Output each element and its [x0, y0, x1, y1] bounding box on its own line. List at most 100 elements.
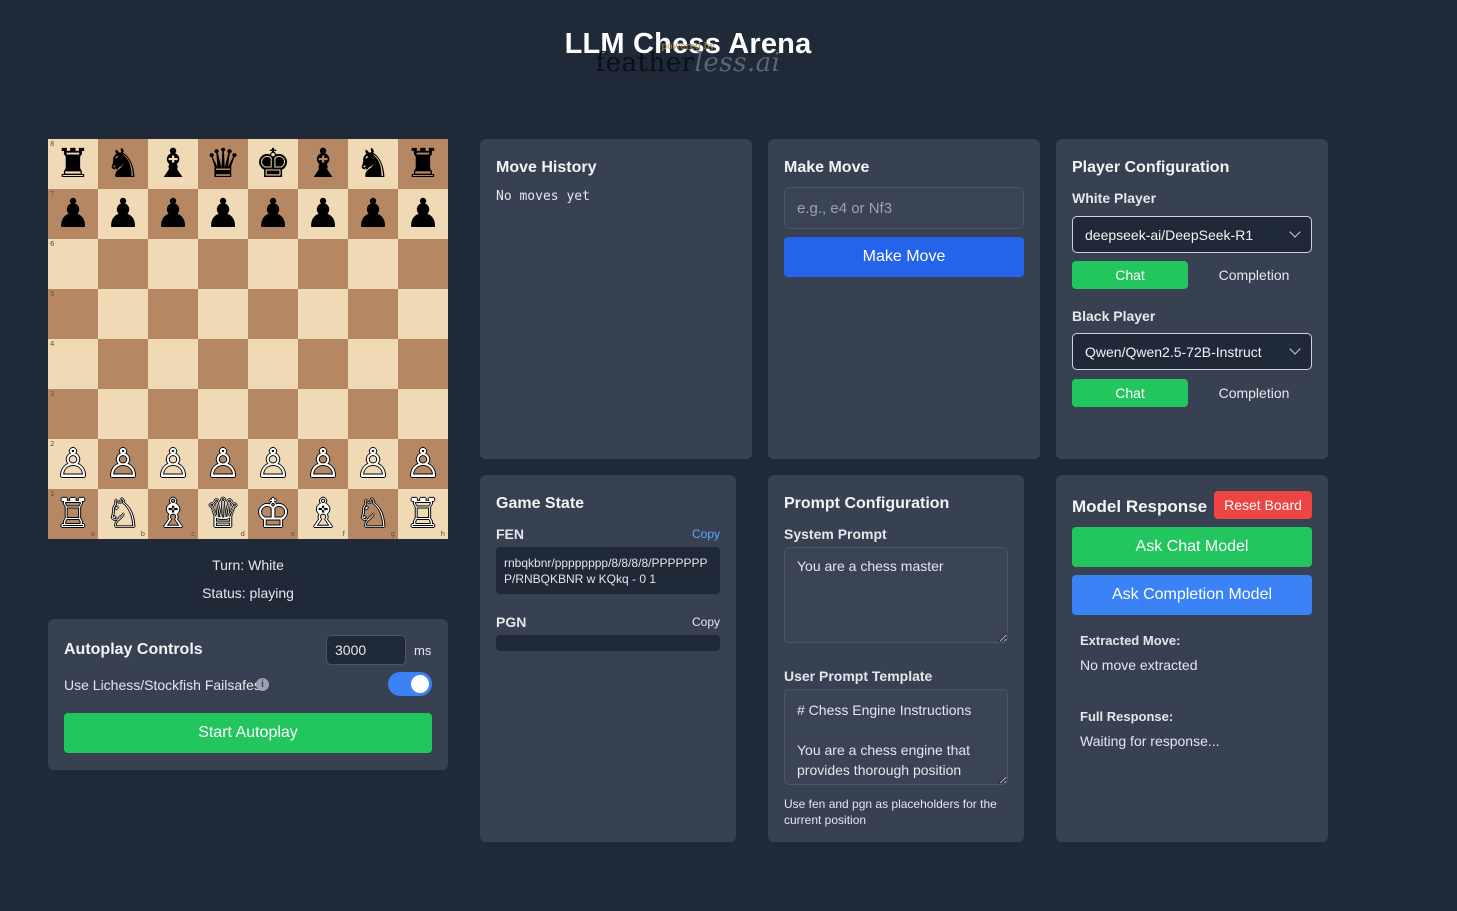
fen-copy-button[interactable]: Copy	[692, 527, 720, 541]
board-square-c5[interactable]	[148, 289, 198, 339]
ask-completion-model-button[interactable]: Ask Completion Model	[1072, 575, 1312, 615]
chess-piece[interactable]: ♞	[105, 144, 141, 184]
board-square-b1[interactable]: ♘ b	[98, 489, 148, 539]
board-square-e7[interactable]: ♟	[248, 189, 298, 239]
board-square-g6[interactable]	[348, 239, 398, 289]
board-square-g1[interactable]: ♘ g	[348, 489, 398, 539]
board-square-a2[interactable]: ♙ 2	[48, 439, 98, 489]
board-square-b8[interactable]: ♞	[98, 139, 148, 189]
chess-piece[interactable]: ♜	[55, 144, 91, 184]
board-square-f3[interactable]	[298, 389, 348, 439]
board-square-g2[interactable]: ♙	[348, 439, 398, 489]
failsafe-toggle[interactable]	[388, 672, 432, 696]
chess-piece[interactable]: ♜	[405, 144, 441, 184]
chess-piece[interactable]: ♛	[205, 144, 241, 184]
white-model-select[interactable]: deepseek-ai/DeepSeek-R1	[1072, 216, 1312, 253]
user-prompt-textarea[interactable]	[784, 689, 1008, 785]
chess-piece[interactable]: ♙	[355, 444, 391, 484]
board-square-d4[interactable]	[198, 339, 248, 389]
black-chat-mode-button[interactable]: Chat	[1072, 379, 1188, 407]
board-square-a6[interactable]: 6	[48, 239, 98, 289]
board-square-b6[interactable]	[98, 239, 148, 289]
board-square-b3[interactable]	[98, 389, 148, 439]
board-square-g3[interactable]	[348, 389, 398, 439]
board-square-h8[interactable]: ♜	[398, 139, 448, 189]
chess-piece[interactable]: ♙	[105, 444, 141, 484]
board-square-b4[interactable]	[98, 339, 148, 389]
white-completion-mode-button[interactable]: Completion	[1196, 261, 1312, 289]
board-square-f8[interactable]: ♝	[298, 139, 348, 189]
board-square-a7[interactable]: ♟ 7	[48, 189, 98, 239]
chess-piece[interactable]: ♙	[55, 444, 91, 484]
board-square-e3[interactable]	[248, 389, 298, 439]
board-square-d7[interactable]: ♟	[198, 189, 248, 239]
board-square-h2[interactable]: ♙	[398, 439, 448, 489]
chess-piece[interactable]: ♝	[305, 144, 341, 184]
board-square-d8[interactable]: ♛	[198, 139, 248, 189]
chess-piece[interactable]: ♗	[305, 494, 341, 534]
chess-piece[interactable]: ♙	[405, 444, 441, 484]
board-square-c3[interactable]	[148, 389, 198, 439]
chess-piece[interactable]: ♘	[105, 494, 141, 534]
chess-piece[interactable]: ♟	[155, 194, 191, 234]
board-square-d1[interactable]: ♕ d	[198, 489, 248, 539]
chess-piece[interactable]: ♘	[355, 494, 391, 534]
chess-piece[interactable]: ♙	[205, 444, 241, 484]
chess-board[interactable]: ♜ 8 ♞ ♝ ♛ ♚ ♝ ♞ ♜ ♟ 7 ♟ ♟ ♟ ♟ ♟ ♟ ♟ 6 5 4 3 ♙ 2 ♙ ♙ ♙ ♙ ♙ ♙ ♙ ♖ 1 a ♘ b ♗ c ♕ d…	[48, 139, 448, 539]
board-square-h7[interactable]: ♟	[398, 189, 448, 239]
board-square-e5[interactable]	[248, 289, 298, 339]
chess-piece[interactable]: ♟	[305, 194, 341, 234]
board-square-c4[interactable]	[148, 339, 198, 389]
board-square-d6[interactable]	[198, 239, 248, 289]
system-prompt-textarea[interactable]	[784, 547, 1008, 643]
chess-piece[interactable]: ♟	[55, 194, 91, 234]
board-square-h6[interactable]	[398, 239, 448, 289]
info-icon[interactable]: i	[256, 678, 269, 691]
board-square-b2[interactable]: ♙	[98, 439, 148, 489]
board-square-f4[interactable]	[298, 339, 348, 389]
board-square-c6[interactable]	[148, 239, 198, 289]
board-square-f1[interactable]: ♗ f	[298, 489, 348, 539]
board-square-a3[interactable]: 3	[48, 389, 98, 439]
pgn-value[interactable]	[496, 635, 720, 651]
make-move-button[interactable]: Make Move	[784, 237, 1024, 277]
chess-piece[interactable]: ♞	[355, 144, 391, 184]
board-square-g7[interactable]: ♟	[348, 189, 398, 239]
chess-piece[interactable]: ♖	[405, 494, 441, 534]
chess-piece[interactable]: ♙	[155, 444, 191, 484]
chess-piece[interactable]: ♟	[405, 194, 441, 234]
chess-piece[interactable]: ♚	[255, 144, 291, 184]
chess-piece[interactable]: ♕	[205, 494, 241, 534]
board-square-e8[interactable]: ♚	[248, 139, 298, 189]
chess-piece[interactable]: ♟	[355, 194, 391, 234]
board-square-a4[interactable]: 4	[48, 339, 98, 389]
board-square-c7[interactable]: ♟	[148, 189, 198, 239]
board-square-e2[interactable]: ♙	[248, 439, 298, 489]
board-square-d3[interactable]	[198, 389, 248, 439]
black-model-select[interactable]: Qwen/Qwen2.5-72B-Instruct	[1072, 333, 1312, 370]
board-square-c1[interactable]: ♗ c	[148, 489, 198, 539]
board-square-h1[interactable]: ♖ h	[398, 489, 448, 539]
board-square-h4[interactable]	[398, 339, 448, 389]
black-completion-mode-button[interactable]: Completion	[1196, 379, 1312, 407]
chess-piece[interactable]: ♟	[205, 194, 241, 234]
chess-piece[interactable]: ♔	[255, 494, 291, 534]
board-square-f2[interactable]: ♙	[298, 439, 348, 489]
chess-piece[interactable]: ♝	[155, 144, 191, 184]
board-square-h3[interactable]	[398, 389, 448, 439]
board-square-a5[interactable]: 5	[48, 289, 98, 339]
board-square-e4[interactable]	[248, 339, 298, 389]
board-square-g8[interactable]: ♞	[348, 139, 398, 189]
board-square-c8[interactable]: ♝	[148, 139, 198, 189]
board-square-e6[interactable]	[248, 239, 298, 289]
chess-piece[interactable]: ♟	[105, 194, 141, 234]
autoplay-interval-input[interactable]	[326, 635, 406, 665]
chess-piece[interactable]: ♙	[305, 444, 341, 484]
chess-piece[interactable]: ♖	[55, 494, 91, 534]
board-square-b7[interactable]: ♟	[98, 189, 148, 239]
start-autoplay-button[interactable]: Start Autoplay	[64, 713, 432, 753]
ask-chat-model-button[interactable]: Ask Chat Model	[1072, 527, 1312, 567]
pgn-copy-button[interactable]: Copy	[692, 615, 720, 629]
fen-value[interactable]: rnbqkbnr/pppppppp/8/8/8/8/PPPPPPPP/RNBQK…	[496, 547, 720, 594]
board-square-g5[interactable]	[348, 289, 398, 339]
